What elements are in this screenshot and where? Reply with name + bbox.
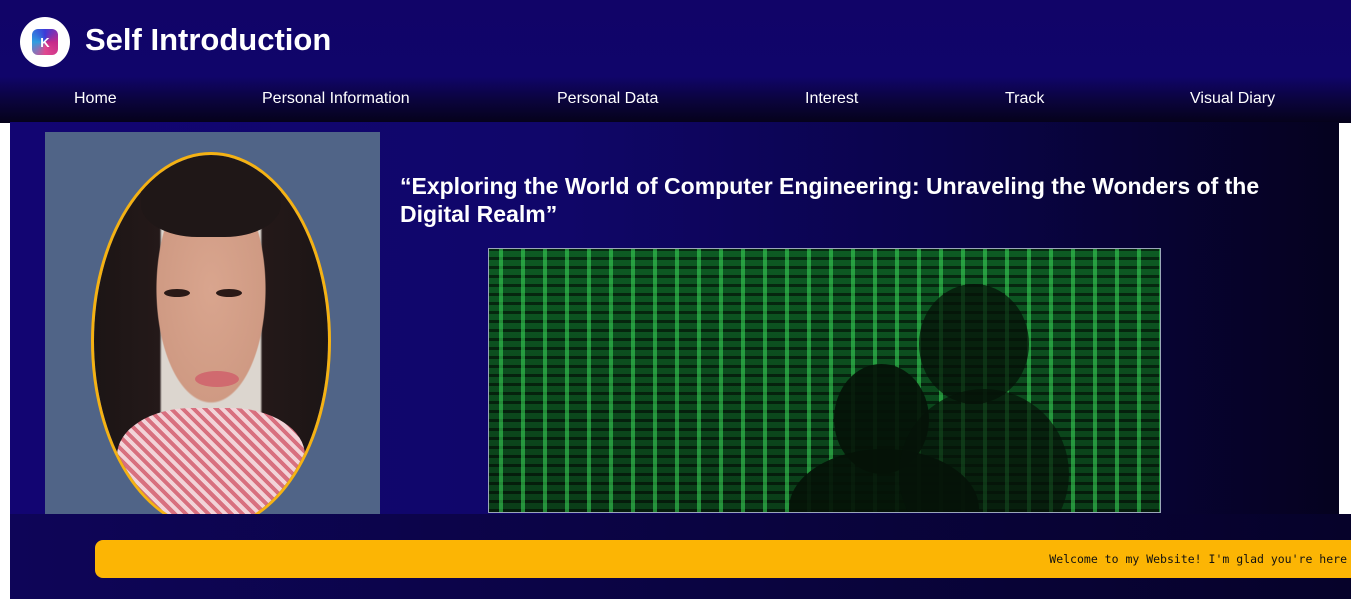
k-logo-icon: K	[32, 29, 58, 55]
nav-visual-diary[interactable]: Visual Diary	[1190, 90, 1275, 108]
site-title: Self Introduction	[85, 22, 332, 57]
matrix-binary-code-image	[488, 248, 1161, 513]
nav-home[interactable]: Home	[74, 90, 117, 108]
welcome-marquee: Welcome to my Website! I'm glad you're h…	[95, 540, 1351, 578]
nav-personal-data[interactable]: Personal Data	[557, 90, 658, 108]
profile-photo-panel	[45, 132, 380, 514]
site-logo[interactable]: K	[20, 17, 70, 67]
profile-portrait	[91, 152, 331, 514]
site-header: K Self Introduction Home Personal Inform…	[0, 0, 1351, 123]
nav-track[interactable]: Track	[1005, 90, 1044, 108]
marquee-text: Welcome to my Website! I'm glad you're h…	[1049, 552, 1347, 566]
page-headline: “Exploring the World of Computer Enginee…	[400, 173, 1260, 227]
nav-interest[interactable]: Interest	[805, 90, 858, 108]
nav-personal-information[interactable]: Personal Information	[262, 90, 410, 108]
